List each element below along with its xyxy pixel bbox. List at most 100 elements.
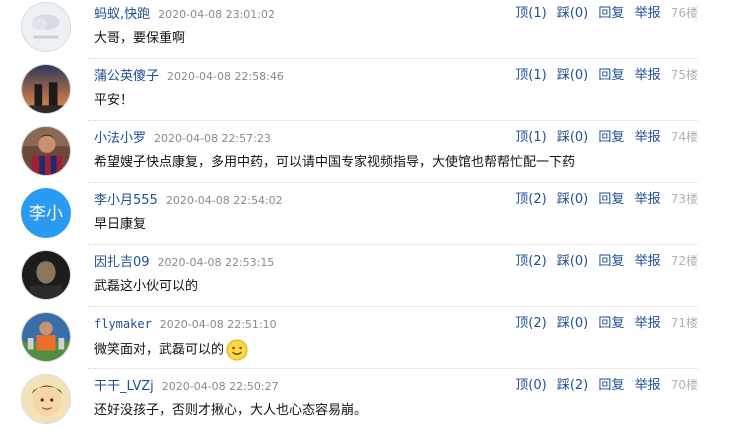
comment-item: 小法小罗 2020-04-08 22:57:23 顶(1) 踩(0) 回复 举报 … — [0, 124, 736, 186]
comment-item: flymaker 2020-04-08 22:51:10 顶(2) 踩(0) 回复… — [0, 310, 736, 372]
soccer-player-avatar-icon — [22, 127, 70, 175]
username-link[interactable]: flymaker — [94, 317, 152, 331]
username-link[interactable]: 因扎吉09 — [94, 255, 150, 270]
report-button[interactable]: 举报 — [635, 68, 661, 83]
timestamp: 2020-04-08 22:53:15 — [157, 256, 275, 269]
upvote-label: 顶 — [515, 6, 529, 21]
text-avatar-icon: 李小 — [21, 188, 71, 238]
upvote-button[interactable]: 顶(1) — [515, 130, 546, 145]
comment-text: 早日康复 — [94, 217, 147, 232]
timestamp: 2020-04-08 23:01:02 — [158, 8, 275, 21]
reply-button[interactable]: 回复 — [598, 6, 624, 21]
downvote-count: (2) — [569, 378, 589, 393]
comment-item: 干干_LVZj 2020-04-08 22:50:27 顶(0) 踩(2) 回复 … — [0, 372, 736, 434]
downvote-button[interactable]: 踩(0) — [557, 254, 588, 269]
report-button[interactable]: 举报 — [635, 254, 661, 269]
timestamp: 2020-04-08 22:54:02 — [165, 194, 283, 207]
reply-button[interactable]: 回复 — [598, 254, 624, 269]
avatar-text: 李小 — [29, 204, 63, 224]
downvote-button[interactable]: 踩(0) — [557, 6, 588, 21]
avatar[interactable]: 李小 — [21, 188, 71, 238]
avatar[interactable] — [21, 374, 71, 424]
downvote-count: (0) — [569, 68, 589, 83]
downvote-count: (0) — [569, 130, 589, 145]
comment-list: 蚂蚁,快跑 2020-04-08 23:01:02 顶(1) 踩(0) 回复 举报… — [0, 0, 736, 432]
upvote-count: (2) — [528, 254, 547, 269]
avatar[interactable] — [21, 126, 71, 176]
upvote-count: (1) — [528, 6, 547, 21]
upvote-label: 顶 — [515, 68, 529, 83]
downvote-label: 踩 — [556, 316, 570, 331]
report-button[interactable]: 举报 — [635, 6, 661, 21]
comment-text: 微笑面对，武磊可以的 — [94, 342, 225, 358]
avatar[interactable] — [21, 312, 71, 362]
downvote-count: (0) — [569, 192, 589, 207]
report-button[interactable]: 举报 — [635, 130, 661, 145]
comment-text: 平安！ — [94, 93, 134, 108]
upvote-count: (2) — [528, 192, 547, 207]
reply-button[interactable]: 回复 — [598, 192, 624, 207]
comment-text: 希望嫂子快点康复，多用中药，可以请中国专家视频指导，大使馆也帮帮忙配一下药 — [94, 155, 576, 170]
upvote-label: 顶 — [515, 254, 529, 269]
upvote-button[interactable]: 顶(2) — [515, 254, 546, 269]
reply-button[interactable]: 回复 — [598, 316, 624, 331]
timestamp: 2020-04-08 22:57:23 — [154, 132, 271, 145]
upvote-button[interactable]: 顶(1) — [515, 68, 546, 83]
comment-item: 蒲公英傻子 2020-04-08 22:58:46 顶(1) 踩(0) 回复 举报… — [0, 62, 736, 124]
upvote-label: 顶 — [515, 192, 529, 207]
downvote-label: 踩 — [556, 6, 570, 21]
team-player-avatar-icon — [22, 313, 70, 361]
reply-button[interactable]: 回复 — [598, 68, 624, 83]
username-link[interactable]: 蚂蚁,快跑 — [94, 7, 150, 22]
cartoon-face-avatar-icon — [22, 375, 70, 423]
avatar[interactable] — [21, 250, 71, 300]
upvote-button[interactable]: 顶(2) — [515, 316, 546, 331]
downvote-count: (0) — [569, 254, 589, 269]
reply-button[interactable]: 回复 — [598, 130, 624, 145]
username-link[interactable]: 李小月555 — [94, 193, 158, 208]
divider — [88, 306, 698, 307]
divider — [88, 244, 698, 245]
upvote-button[interactable]: 顶(1) — [515, 6, 546, 21]
username-link[interactable]: 蒲公英傻子 — [94, 69, 159, 84]
username-link[interactable]: 小法小罗 — [94, 131, 146, 146]
floor-number: 71楼 — [670, 316, 698, 330]
downvote-button[interactable]: 踩(0) — [557, 316, 588, 331]
report-button[interactable]: 举报 — [635, 316, 661, 331]
timestamp: 2020-04-08 22:50:27 — [161, 380, 279, 393]
upvote-count: (1) — [528, 68, 547, 83]
divider — [88, 120, 698, 121]
avatar[interactable] — [21, 64, 71, 114]
comment-item: 蚂蚁,快跑 2020-04-08 23:01:02 顶(1) 踩(0) 回复 举报… — [0, 0, 736, 62]
floor-number: 74楼 — [670, 130, 698, 144]
downvote-button[interactable]: 踩(0) — [557, 68, 588, 83]
downvote-count: (0) — [569, 316, 589, 331]
floor-number: 75楼 — [670, 68, 698, 82]
sunset-buildings-avatar-icon — [22, 65, 70, 113]
upvote-button[interactable]: 顶(2) — [515, 192, 546, 207]
avatar[interactable] — [21, 2, 71, 52]
downvote-label: 踩 — [556, 130, 570, 145]
downvote-button[interactable]: 踩(0) — [557, 192, 588, 207]
upvote-button[interactable]: 顶(0) — [515, 378, 546, 393]
report-button[interactable]: 举报 — [635, 378, 661, 393]
floor-number: 72楼 — [670, 254, 698, 268]
downvote-button[interactable]: 踩(0) — [557, 130, 588, 145]
timestamp: 2020-04-08 22:58:46 — [167, 70, 284, 83]
comment-text-row: 微笑面对，武磊可以的 — [94, 339, 248, 361]
username-link[interactable]: 干干_LVZj — [94, 379, 154, 394]
upvote-label: 顶 — [515, 130, 529, 145]
portrait-avatar-icon — [22, 251, 70, 299]
comment-text: 武磊这小伙可以的 — [94, 279, 199, 294]
upvote-count: (1) — [528, 130, 547, 145]
floor-number: 76楼 — [670, 6, 698, 20]
timestamp: 2020-04-08 22:51:10 — [159, 318, 277, 331]
smiley-icon — [226, 339, 248, 361]
downvote-count: (0) — [569, 6, 589, 21]
reply-button[interactable]: 回复 — [598, 378, 624, 393]
report-button[interactable]: 举报 — [635, 192, 661, 207]
divider — [88, 58, 698, 59]
downvote-button[interactable]: 踩(2) — [557, 378, 588, 393]
floor-number: 70楼 — [670, 378, 698, 392]
comment-text: 大哥，要保重啊 — [94, 31, 186, 46]
